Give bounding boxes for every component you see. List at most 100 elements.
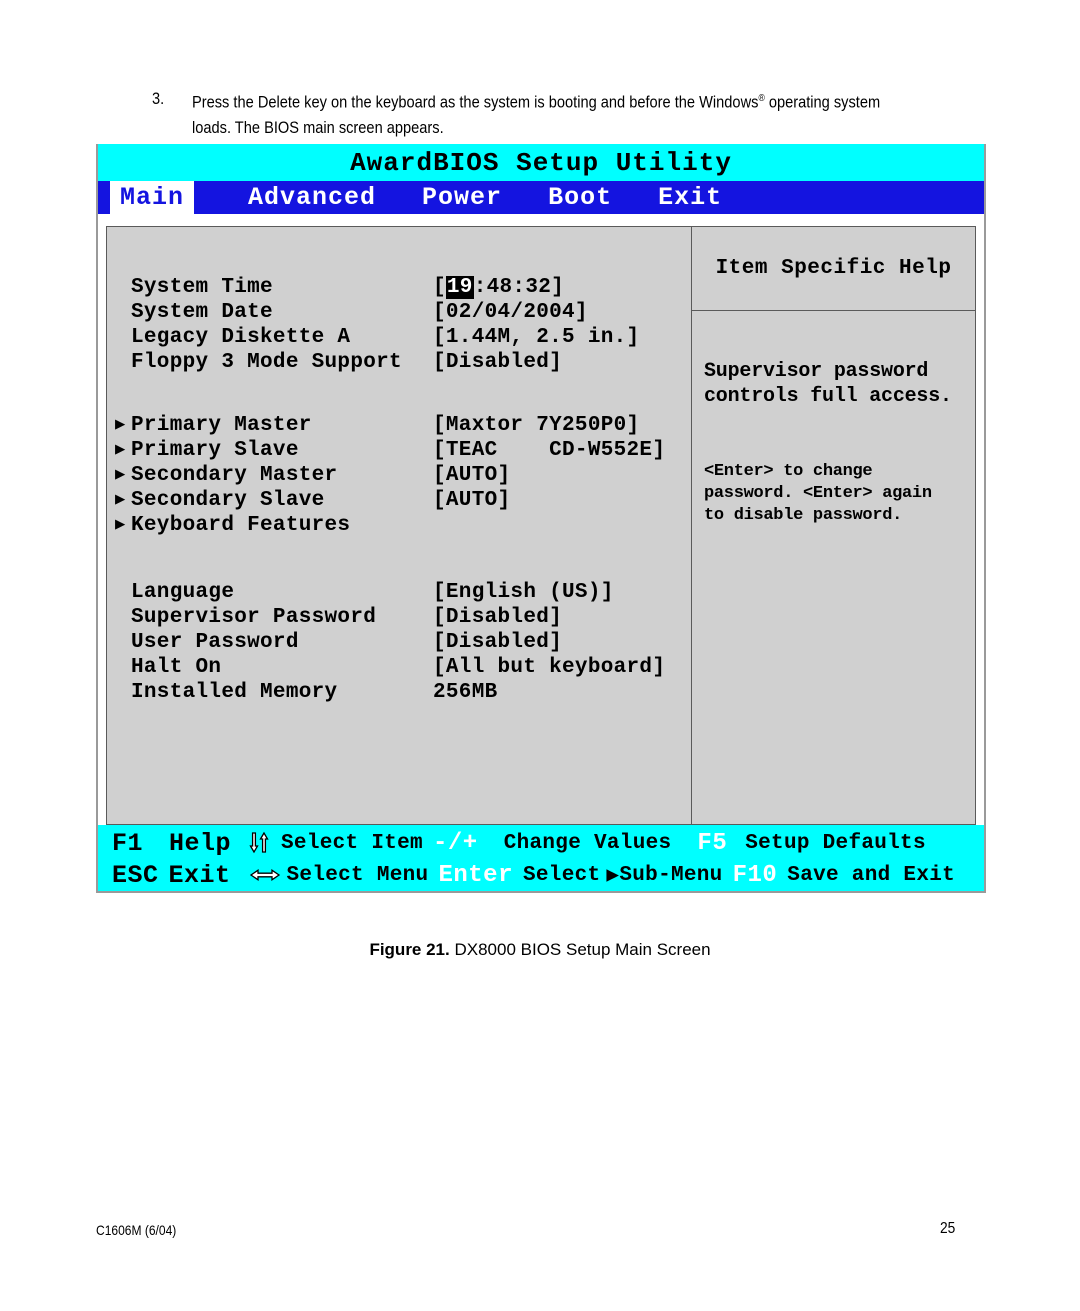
value-system-time-suffix: :48:32] [473, 276, 565, 299]
key-submenu-label: Sub-Menu [619, 863, 723, 887]
key-enter-label: Select [522, 863, 601, 887]
value-supervisor-password[interactable]: [Disabled] [433, 605, 562, 630]
value-secondary-master[interactable]: [AUTO] [433, 463, 510, 488]
value-floppy-3-mode-support[interactable]: [Disabled] [433, 350, 562, 375]
bios-key-legend-bar: F1 Help Select Item -/+ Change Values F5… [96, 825, 986, 893]
bios-body: System Time [19:48:32] System Date [02/0… [96, 214, 986, 825]
key-esc-label: Exit [168, 860, 231, 890]
key-f5[interactable]: F5 [697, 830, 727, 857]
step-paragraph: 3. Press the Delete key on the keyboard … [152, 86, 1000, 140]
value-system-time[interactable]: [19:48:32] [433, 275, 564, 300]
left-right-arrow-icon [249, 867, 281, 883]
tab-power[interactable]: Power [412, 181, 512, 214]
label-secondary-master: Secondary Master [131, 464, 338, 487]
row-supervisor-password[interactable]: Supervisor Password [Disabled] [107, 605, 691, 630]
help-line-4: password. <Enter> again [704, 484, 932, 503]
bios-menu-bar: Main Advanced Power Boot Exit [96, 181, 986, 214]
label-language: Language [131, 581, 235, 604]
key-legend-row-2: ESC Exit Select Menu Enter Select ▶ Sub-… [112, 859, 984, 891]
key-plus-minus-label: Change Values [503, 831, 672, 855]
help-line-1: Supervisor password [704, 360, 929, 383]
value-system-date[interactable]: [02/04/2004] [433, 300, 588, 325]
label-floppy-3-mode-support: Floppy 3 Mode Support [131, 351, 402, 374]
row-spacer-2 [107, 538, 691, 580]
row-keyboard-features[interactable]: ▶ Keyboard Features [107, 513, 691, 538]
tab-boot[interactable]: Boot [538, 181, 622, 214]
bios-setup-screen: AwardBIOS Setup Utility Main Advanced Po… [96, 144, 986, 916]
row-system-time[interactable]: System Time [19:48:32] [107, 275, 691, 300]
page-number: 25 [940, 1220, 956, 1237]
label-system-time: System Time [131, 276, 273, 299]
key-f10[interactable]: F10 [733, 862, 778, 889]
value-installed-memory: 256MB [433, 681, 498, 704]
label-user-password: User Password [131, 631, 299, 654]
help-spacer [704, 409, 965, 461]
label-keyboard-features: Keyboard Features [131, 514, 351, 537]
value-language[interactable]: [English (US)] [433, 580, 614, 605]
key-legend-row-1: F1 Help Select Item -/+ Change Values F5… [112, 827, 984, 859]
settings-panel: System Time [19:48:32] System Date [02/0… [106, 226, 692, 825]
submenu-arrow-icon: ▶ [115, 466, 126, 485]
row-system-date[interactable]: System Date [02/04/2004] [107, 300, 691, 325]
submenu-arrow-icon: ▶ [115, 491, 126, 510]
row-installed-memory: Installed Memory 256MB [107, 680, 691, 705]
tab-advanced[interactable]: Advanced [238, 181, 386, 214]
help-line-3: <Enter> to change [704, 462, 873, 481]
label-installed-memory: Installed Memory [131, 681, 338, 704]
row-user-password[interactable]: User Password [Disabled] [107, 630, 691, 655]
bios-title-bar: AwardBIOS Setup Utility [96, 144, 986, 181]
key-f10-label: Save and Exit [787, 863, 956, 887]
value-halt-on[interactable]: [All but keyboard] [433, 655, 665, 680]
row-spacer-1 [107, 375, 691, 413]
row-legacy-diskette-a[interactable]: Legacy Diskette A [1.44M, 2.5 in.] [107, 325, 691, 350]
key-esc[interactable]: ESC [112, 861, 159, 890]
key-enter[interactable]: Enter [438, 862, 513, 889]
key-f5-label: Setup Defaults [745, 831, 926, 855]
value-user-password[interactable]: [Disabled] [433, 630, 562, 655]
figure-caption-label: Figure 21. [369, 940, 450, 959]
row-floppy-3-mode-support[interactable]: Floppy 3 Mode Support [Disabled] [107, 350, 691, 375]
label-primary-master: Primary Master [131, 414, 312, 437]
step-text-main: Press the Delete key on the keyboard as … [192, 92, 759, 112]
submenu-arrow-icon: ▶ [115, 516, 126, 535]
up-down-arrow-icon [249, 831, 271, 855]
value-secondary-slave[interactable]: [AUTO] [433, 488, 510, 513]
value-legacy-diskette-a[interactable]: [1.44M, 2.5 in.] [433, 325, 639, 350]
value-primary-master[interactable]: [Maxtor 7Y250P0] [433, 413, 639, 438]
submenu-arrow-icon: ▶ [115, 416, 126, 435]
value-primary-slave[interactable]: [TEAC CD-W552E] [433, 438, 665, 463]
row-secondary-slave[interactable]: ▶ Secondary Slave [AUTO] [107, 488, 691, 513]
row-language[interactable]: Language [English (US)] [107, 580, 691, 605]
step-text: Press the Delete key on the keyboard as … [192, 86, 887, 140]
value-system-time-prefix: [ [433, 276, 446, 299]
document-id: C1606M (6/04) [96, 1222, 177, 1238]
row-primary-slave[interactable]: ▶ Primary Slave [TEAC CD-W552E] [107, 438, 691, 463]
key-updown-label: Select Item [281, 831, 423, 855]
row-primary-master[interactable]: ▶ Primary Master [Maxtor 7Y250P0] [107, 413, 691, 438]
label-secondary-slave: Secondary Slave [131, 489, 325, 512]
label-halt-on: Halt On [131, 656, 222, 679]
tab-main[interactable]: Main [110, 181, 195, 214]
row-halt-on[interactable]: Halt On [All but keyboard] [107, 655, 691, 680]
submenu-arrow-icon: ▶ [606, 865, 620, 888]
figure-caption-text: DX8000 BIOS Setup Main Screen [449, 940, 711, 959]
help-line-2: controls full access. [704, 385, 952, 408]
key-f1-label: Help [169, 828, 232, 858]
help-line-5: to disable password. [704, 506, 903, 525]
key-f1[interactable]: F1 [112, 829, 143, 858]
key-plus-minus[interactable]: -/+ [433, 830, 478, 857]
label-legacy-diskette-a: Legacy Diskette A [131, 326, 351, 349]
figure-caption: Figure 21. DX8000 BIOS Setup Main Screen [0, 940, 1080, 960]
help-panel-heading: Item Specific Help [692, 227, 975, 311]
row-secondary-master[interactable]: ▶ Secondary Master [AUTO] [107, 463, 691, 488]
step-number: 3. [152, 89, 165, 108]
item-specific-help-panel: Item Specific Help Supervisor password c… [691, 226, 976, 825]
settings-rows: System Time [19:48:32] System Date [02/0… [107, 275, 691, 705]
label-primary-slave: Primary Slave [131, 439, 299, 462]
tab-exit[interactable]: Exit [648, 181, 732, 214]
label-supervisor-password: Supervisor Password [131, 606, 377, 629]
key-leftright-label: Select Menu [286, 863, 429, 887]
value-system-time-hour-selected[interactable]: 19 [445, 276, 474, 299]
label-system-date: System Date [131, 301, 273, 324]
submenu-arrow-icon: ▶ [115, 441, 126, 460]
